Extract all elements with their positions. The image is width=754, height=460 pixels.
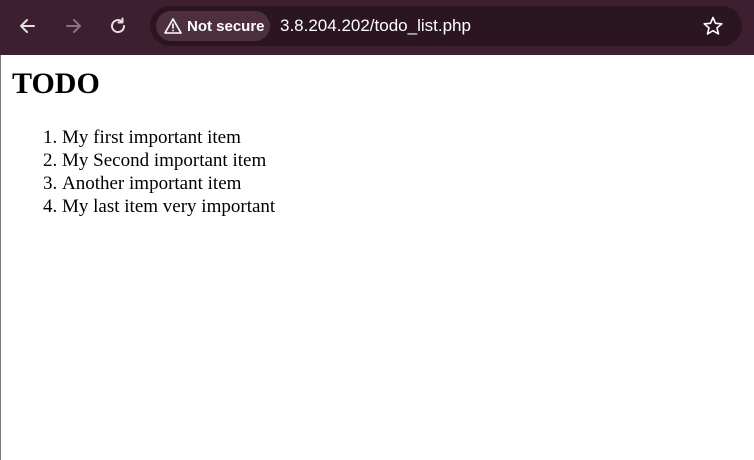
reload-button[interactable]: [100, 8, 136, 44]
forward-button[interactable]: [55, 8, 91, 44]
list-item: My last item very important: [62, 195, 275, 218]
arrow-left-icon: [20, 19, 35, 33]
list-item: My Second important item: [62, 149, 275, 172]
list-item: Another important item: [62, 172, 275, 195]
security-indicator[interactable]: Not secure: [156, 11, 270, 41]
page-title: TODO: [12, 67, 100, 100]
security-label: Not secure: [187, 17, 265, 35]
address-bar[interactable]: Not secure 3.8.204.202/todo_list.php: [150, 6, 742, 46]
url-text[interactable]: 3.8.204.202/todo_list.php: [280, 16, 471, 36]
arrow-right-icon: [66, 19, 81, 33]
todo-list: My first important item My Second import…: [22, 126, 275, 218]
star-icon[interactable]: [702, 15, 724, 37]
list-item: My first important item: [62, 126, 275, 149]
page-content: TODO My first important item My Second i…: [0, 55, 754, 460]
reload-icon: [111, 17, 126, 34]
browser-toolbar: Not secure 3.8.204.202/todo_list.php: [0, 0, 754, 55]
warning-icon: [164, 18, 182, 34]
back-button[interactable]: [10, 8, 46, 44]
